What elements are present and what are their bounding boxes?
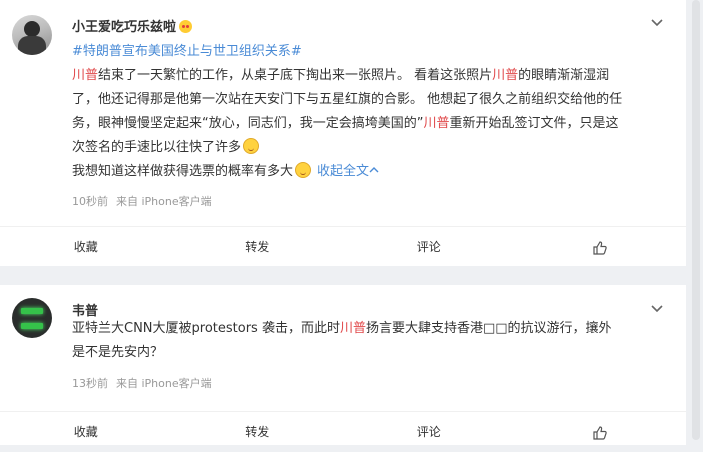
action-bar: 收藏 转发 评论 [0, 411, 686, 452]
thumbs-up-icon [593, 425, 607, 440]
like-button[interactable] [515, 227, 687, 267]
post-card: 小王爱吃巧乐兹啦 #特朗普宣布美国终止与世卫组织关系# 川普结束了一天繁忙的工作… [0, 0, 686, 266]
content-text: 亚特兰大CNN大厦被protestors 袭击，而此时 [72, 321, 340, 336]
scrollbar-thumb[interactable] [692, 0, 700, 440]
highlight-keyword: 川普 [339, 321, 366, 336]
like-button[interactable] [515, 412, 687, 452]
content-line: 我想知道这样做获得选票的概率有多大 收起全文 [72, 160, 662, 184]
post-content: #特朗普宣布美国终止与世卫组织关系# 川普结束了一天繁忙的工作，从桌子底下掏出来… [72, 40, 662, 184]
collapse-link[interactable]: 收起全文 [317, 164, 379, 179]
post-source: 来自 iPhone客户端 [116, 195, 212, 208]
comment-button[interactable]: 评论 [343, 227, 515, 267]
content-text: 结束了一天繁忙的工作，从桌子底下掏出来一张照片。 看着这张照片 [98, 68, 493, 83]
highlight-keyword: 川普 [492, 68, 519, 83]
action-bar: 收藏 转发 评论 [0, 226, 686, 267]
username[interactable]: 小王爱吃巧乐兹啦 [72, 16, 193, 35]
content-text: 务，眼神慢慢坚定起来“放心，同志们，我一定会搞垮美国的” [72, 116, 424, 131]
content-text: 我想知道这样做获得选票的概率有多大 [72, 164, 294, 179]
chevron-down-icon[interactable] [650, 16, 664, 30]
content-line: 务，眼神慢慢坚定起来“放心，同志们，我一定会搞垮美国的”川普重新开始乱签订文件，… [72, 112, 662, 136]
thinking-emoji-icon [295, 162, 312, 178]
comment-button[interactable]: 评论 [343, 412, 515, 452]
post-content: 亚特兰大CNN大厦被protestors 袭击，而此时川普扬言要大肆支持香港□□… [72, 317, 662, 365]
post-card: 韦普 亚特兰大CNN大厦被protestors 袭击，而此时川普扬言要大肆支持香… [0, 285, 686, 445]
avatar[interactable] [12, 298, 52, 338]
content-text: 次签名的手速比以往快了许多 [72, 140, 242, 155]
highlight-keyword: 川普 [423, 116, 450, 131]
post-meta: 13秒前 来自 iPhone客户端 [72, 375, 220, 391]
content-line: 是不是先安内？ [72, 341, 662, 365]
thumbs-up-icon [593, 240, 607, 255]
heart-eyes-emoji-icon [179, 20, 193, 33]
content-text: 了，他还记得那是他第一次站在天安门下与五星红旗的合影。 他想起了很久之前组织交给… [72, 92, 623, 107]
post-time[interactable]: 13秒前 [72, 377, 108, 390]
content-line: 了，他还记得那是他第一次站在天安门下与五星红旗的合影。 他想起了很久之前组织交给… [72, 88, 662, 112]
chevron-down-icon[interactable] [650, 302, 664, 316]
chevron-up-icon [369, 167, 379, 173]
repost-button[interactable]: 转发 [172, 227, 344, 267]
content-line: 次签名的手速比以往快了许多 [72, 136, 662, 160]
post-source: 来自 iPhone客户端 [116, 377, 212, 390]
username-text[interactable]: 小王爱吃巧乐兹啦 [72, 20, 176, 35]
content-line: 亚特兰大CNN大厦被protestors 袭击，而此时川普扬言要大肆支持香港□□… [72, 317, 662, 341]
content-text: 是不是先安内？ [72, 345, 164, 360]
repost-button[interactable]: 转发 [172, 412, 344, 452]
smiling-emoji-icon [243, 138, 260, 154]
post-time[interactable]: 10秒前 [72, 195, 108, 208]
hashtag-link[interactable]: #特朗普宣布美国终止与世卫组织关系# [72, 44, 302, 59]
post-meta: 10秒前 来自 iPhone客户端 [72, 193, 220, 209]
favorite-button[interactable]: 收藏 [0, 412, 172, 452]
avatar[interactable] [12, 15, 52, 55]
content-text: 的眼睛渐渐湿润 [518, 68, 610, 83]
content-line: 川普结束了一天繁忙的工作，从桌子底下掏出来一张照片。 看着这张照片川普的眼睛渐渐… [72, 64, 662, 88]
highlight-keyword: 川普 [72, 68, 99, 83]
favorite-button[interactable]: 收藏 [0, 227, 172, 267]
content-text: 扬言要大肆支持香港□□的抗议游行，攘外 [365, 321, 612, 336]
content-text: 重新开始乱签订文件，只是这 [449, 116, 619, 131]
